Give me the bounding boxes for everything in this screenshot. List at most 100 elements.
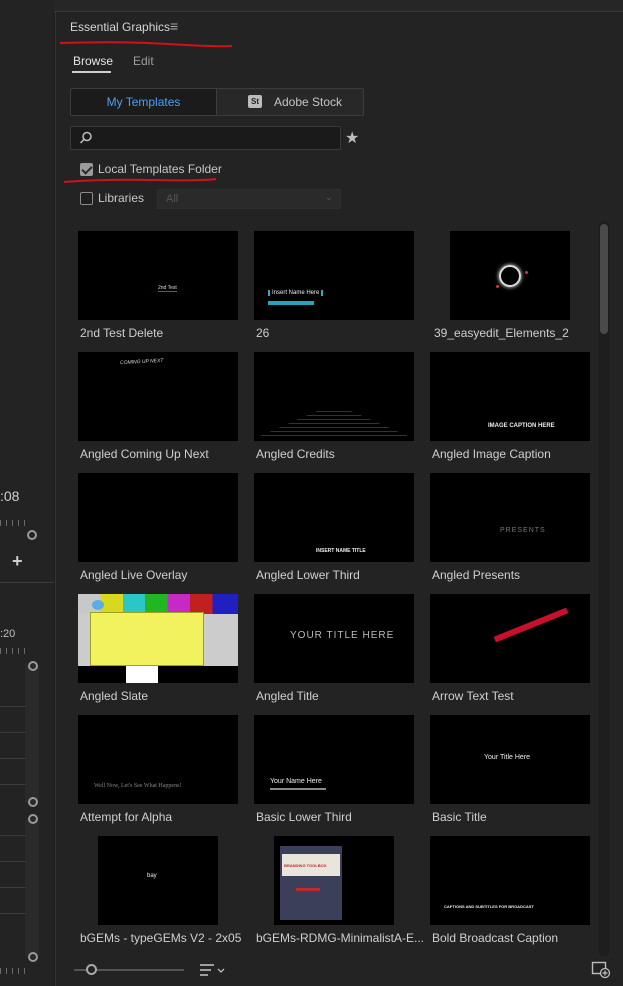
- sort-list-icon[interactable]: [198, 962, 228, 978]
- thumb-caption: INSERT NAME TITLE: [316, 548, 366, 554]
- template-thumbnail: INSERT NAME TITLE: [254, 473, 414, 562]
- track-line: [0, 706, 26, 707]
- thumb-caption: YOUR TITLE HERE: [290, 630, 395, 641]
- template-thumbnail: [78, 594, 238, 683]
- template-thumbnail: [430, 594, 590, 683]
- search-input[interactable]: [97, 129, 337, 147]
- template-tile[interactable]: Well Now, Let's See What Happens! Attemp…: [70, 709, 246, 830]
- my-templates-button[interactable]: My Templates: [71, 89, 217, 115]
- scroll-knob-top[interactable]: [28, 814, 38, 824]
- template-tile[interactable]: IMAGE CAPTION HERE Angled Image Caption: [422, 346, 596, 467]
- template-tile[interactable]: Your Name Here Basic Lower Third: [246, 709, 422, 830]
- tab-browse[interactable]: Browse: [73, 54, 113, 68]
- panel-title[interactable]: Essential Graphics: [70, 20, 170, 34]
- thumb-caption: COMING UP NEXT: [119, 357, 164, 367]
- vertical-scroll-track[interactable]: [25, 818, 39, 958]
- template-tile[interactable]: 2nd Test 2nd Test Delete: [70, 225, 246, 346]
- local-templates-checkbox[interactable]: [80, 163, 93, 176]
- thumb-subline: [270, 788, 326, 790]
- track-line: [0, 784, 26, 785]
- new-item-icon[interactable]: [591, 961, 611, 979]
- template-tile[interactable]: Angled Live Overlay: [70, 467, 246, 588]
- template-label: 2nd Test Delete: [80, 326, 164, 340]
- template-thumbnail: 2nd Test: [78, 231, 238, 320]
- timeline-strip: :08 + :20: [0, 0, 54, 986]
- template-thumbnail: CAPTIONS AND SUBTITLES FOR BROADCAST: [430, 836, 590, 925]
- template-tile[interactable]: INSERT NAME TITLE Angled Lower Third: [246, 467, 422, 588]
- template-tile[interactable]: CAPTIONS AND SUBTITLES FOR BROADCAST Bol…: [422, 830, 596, 951]
- thumb-caption: Well Now, Let's See What Happens!: [94, 783, 182, 789]
- adobe-stock-button[interactable]: St Adobe Stock: [218, 89, 363, 115]
- thumb-caption: PRESENTS: [500, 527, 546, 534]
- scroll-knob-bottom[interactable]: [28, 797, 38, 807]
- template-thumbnail: bay: [98, 836, 218, 925]
- scroll-knob-top[interactable]: [28, 661, 38, 671]
- thumb-slate-card: [90, 612, 204, 666]
- track-line: [0, 758, 26, 759]
- thumb-bottom-bars: [78, 666, 238, 683]
- chevron-down-icon: ⌄: [324, 192, 333, 203]
- local-templates-label[interactable]: Local Templates Folder: [98, 162, 222, 176]
- template-label: Bold Broadcast Caption: [432, 931, 559, 945]
- template-tile[interactable]: Arrow Text Test: [422, 588, 596, 709]
- template-tile[interactable]: COMING UP NEXT Angled Coming Up Next: [70, 346, 246, 467]
- libraries-select[interactable]: All ⌄: [157, 189, 341, 209]
- libraries-checkbox[interactable]: [80, 192, 93, 205]
- thumb-caption: CAPTIONS AND SUBTITLES FOR BROADCAST: [444, 904, 534, 909]
- template-tile[interactable]: YOUR TITLE HERE Angled Title: [246, 588, 422, 709]
- thumb-bar: [268, 301, 314, 305]
- essential-graphics-panel: Essential Graphics ≡ Browse Edit My Temp…: [55, 12, 623, 986]
- panel-footer: [56, 956, 623, 986]
- template-tile[interactable]: BRANDING TOOLBOX bGEMs-RDMG-MinimalistA-…: [246, 830, 424, 951]
- template-tile[interactable]: Insert Name Here 26: [246, 225, 422, 346]
- thumb-caption: BRANDING TOOLBOX: [284, 863, 327, 868]
- template-label: Angled Lower Third: [256, 568, 360, 582]
- template-tile[interactable]: bay bGEMs - typeGEMs V2 - 2x05: [70, 830, 246, 951]
- search-field[interactable]: [70, 126, 341, 150]
- bottom-ruler: [0, 968, 28, 974]
- template-label: 26: [256, 326, 270, 340]
- thumb-caption: Insert Name Here: [268, 290, 324, 296]
- template-label: Angled Presents: [432, 568, 521, 582]
- thumb-caption: Your Name Here: [270, 778, 322, 785]
- top-edge: [0, 0, 623, 12]
- timecode-display: :08: [0, 488, 20, 504]
- template-label: Basic Lower Third: [256, 810, 352, 824]
- add-track-button[interactable]: +: [12, 551, 23, 572]
- track-line: [0, 887, 26, 888]
- tab-edit[interactable]: Edit: [133, 54, 154, 68]
- template-thumbnail: PRESENTS: [430, 473, 590, 562]
- zoom-slider-handle[interactable]: [85, 964, 97, 975]
- template-thumbnail: [450, 231, 570, 320]
- timeline-knob[interactable]: [27, 530, 37, 540]
- template-label: 39_easyedit_Elements_2: [434, 326, 569, 340]
- template-thumbnail: Well Now, Let's See What Happens!: [78, 715, 238, 804]
- scrollbar-thumb[interactable]: [600, 224, 608, 334]
- active-tab-indicator: [72, 71, 111, 73]
- template-label: Angled Slate: [80, 689, 149, 703]
- thumb-caption: bay: [147, 873, 157, 879]
- template-thumbnail: BRANDING TOOLBOX: [274, 836, 394, 925]
- track-line: [0, 913, 26, 914]
- star-icon[interactable]: ★: [345, 128, 359, 148]
- thumb-dot: [525, 271, 528, 274]
- template-tile[interactable]: PRESENTS Angled Presents: [422, 467, 596, 588]
- red-annotation-underline: [59, 41, 233, 48]
- thumb-credit-lines: [260, 410, 408, 436]
- search-icon: [79, 131, 92, 144]
- timeline-ruler: [0, 520, 28, 526]
- template-tile[interactable]: Your Title Here Basic Title: [422, 709, 596, 830]
- grid-scrollbar[interactable]: [598, 221, 610, 956]
- thumb-caption: IMAGE CAPTION HERE: [488, 423, 555, 429]
- scroll-knob-bottom[interactable]: [28, 952, 38, 962]
- template-tile[interactable]: Angled Slate: [70, 588, 246, 709]
- template-label: Angled Live Overlay: [80, 568, 188, 582]
- template-tile[interactable]: Angled Credits: [246, 346, 422, 467]
- adobe-stock-icon: St: [248, 95, 262, 108]
- libraries-label[interactable]: Libraries: [98, 191, 144, 205]
- hamburger-menu-icon[interactable]: ≡: [170, 18, 178, 34]
- thumb-dot: [496, 285, 499, 288]
- template-tile[interactable]: 39_easyedit_Elements_2: [422, 225, 596, 346]
- vertical-scroll-track[interactable]: [25, 664, 39, 804]
- template-thumbnail: COMING UP NEXT: [78, 352, 238, 441]
